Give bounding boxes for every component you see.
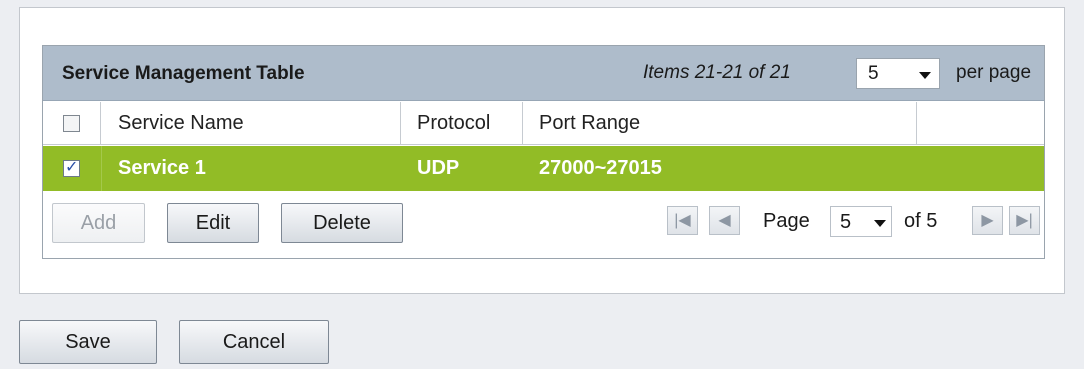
column-header-protocol: Protocol [401,102,523,145]
next-page-button[interactable]: ▶ [972,206,1003,235]
previous-page-button[interactable]: ◀ [709,206,740,235]
page-total-label: of 5 [904,210,938,232]
save-button[interactable]: Save [19,320,157,364]
cell-protocol: UDP [417,157,460,179]
add-button[interactable]: Add [52,203,145,243]
cell-service-name: Service 1 [118,157,206,179]
content-panel: Service Management Table Items 21-21 of … [19,7,1065,294]
last-page-button[interactable]: ▶| [1009,206,1040,235]
table-row[interactable]: ✓ Service 1 UDP 27000~27015 [43,146,1044,191]
table-header-bar: Service Management Table Items 21-21 of … [43,46,1044,101]
per-page-value: 5 [868,63,879,84]
next-page-icon: ▶ [981,212,994,229]
table-title: Service Management Table [62,63,305,84]
first-page-icon: |◀ [674,212,691,229]
column-header-label: Protocol [417,112,491,134]
row-checkbox[interactable]: ✓ [63,159,80,177]
checkmark-icon: ✓ [65,159,79,176]
select-all-cell [43,102,101,145]
cancel-button[interactable]: Cancel [179,320,329,364]
service-management-table: Service Management Table Items 21-21 of … [42,45,1045,259]
previous-page-icon: ◀ [718,212,731,229]
column-divider [101,146,102,191]
first-page-button[interactable]: |◀ [667,206,698,235]
last-page-icon: ▶| [1016,212,1033,229]
edit-button[interactable]: Edit [167,203,259,243]
chevron-down-icon [874,220,886,227]
per-page-label: per page [956,62,1032,83]
chevron-down-icon [919,72,931,79]
delete-button[interactable]: Delete [281,203,403,243]
column-header-service-name: Service Name [101,102,401,145]
page-label: Page [763,210,810,232]
column-header-label: Service Name [118,112,244,134]
column-header-row: Service Name Protocol Port Range [43,102,1044,145]
column-header-label: Port Range [539,112,641,134]
per-page-select[interactable]: 5 [856,58,940,89]
select-all-checkbox[interactable] [63,115,80,132]
column-header-port-range: Port Range [523,102,917,145]
page-value: 5 [840,211,852,233]
items-count: Items 21-21 of 21 [643,62,791,83]
page-select[interactable]: 5 [830,206,892,237]
cell-port-range: 27000~27015 [539,157,662,179]
